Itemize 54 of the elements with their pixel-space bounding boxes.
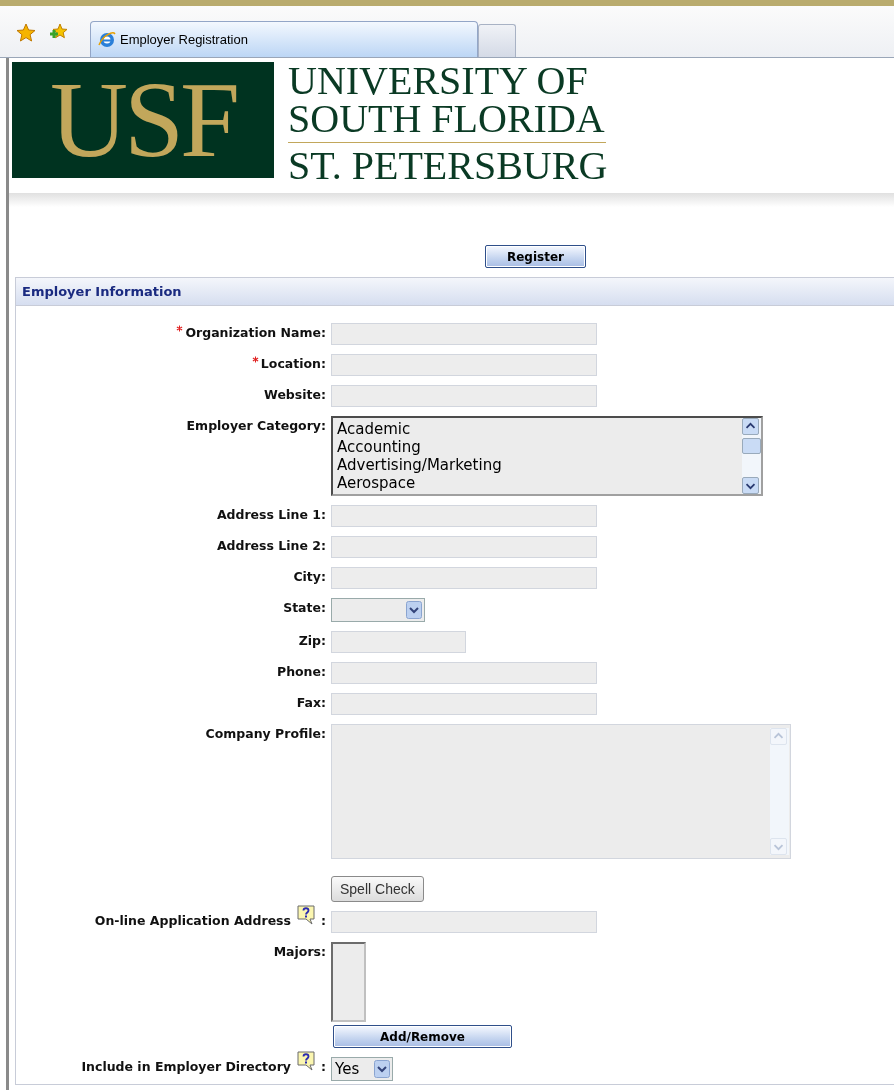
help-icon[interactable]	[297, 905, 315, 925]
text-field[interactable]	[331, 536, 597, 558]
field-label: Organization Name:	[185, 324, 326, 340]
text-field[interactable]	[331, 323, 597, 345]
field-label: Fax:	[296, 694, 326, 710]
text-field[interactable]	[331, 911, 597, 933]
field-label: Majors:	[273, 943, 326, 959]
field-label: Location:	[260, 355, 326, 371]
dropdown[interactable]: Yes	[331, 1057, 393, 1081]
label-colon: :	[321, 912, 326, 928]
text-field[interactable]	[331, 385, 597, 407]
field-label: On-line Application Address	[94, 912, 291, 928]
text-field[interactable]	[331, 631, 466, 653]
list-option[interactable]: Aerospace	[337, 474, 738, 492]
logo-text: ST. PETERSBURG	[288, 142, 606, 185]
text-field[interactable]	[331, 662, 597, 684]
browser-logo-icon	[97, 29, 117, 50]
dropdown[interactable]	[331, 598, 425, 622]
logo-mark: USF	[12, 62, 274, 178]
logo-text: SOUTH FLORIDA	[288, 100, 606, 138]
field-label: Include in Employer Directory	[81, 1058, 291, 1074]
text-field[interactable]	[331, 693, 597, 715]
favorites-star-icon[interactable]	[16, 23, 36, 43]
help-icon[interactable]	[297, 1051, 315, 1071]
list-box[interactable]	[331, 942, 366, 1022]
field-label: Address Line 2:	[216, 537, 326, 553]
text-area[interactable]	[331, 724, 791, 859]
register-button[interactable]: Register	[485, 245, 586, 268]
field-label: Employer Category:	[186, 417, 326, 433]
field-label: Company Profile:	[205, 725, 326, 741]
add-remove-button[interactable]: Add/Remove	[333, 1025, 512, 1048]
label-colon: :	[321, 1058, 326, 1074]
list-option[interactable]: Accounting	[337, 438, 738, 456]
text-field[interactable]	[331, 354, 597, 376]
scroll-up-icon[interactable]	[742, 418, 759, 435]
list-option[interactable]: Academic	[337, 420, 738, 438]
field-label: Website:	[264, 386, 326, 402]
field-label: Address Line 1:	[216, 506, 326, 522]
logo-text: UNIVERSITY OF	[288, 62, 589, 100]
browser-tab[interactable]: Employer Registration	[90, 21, 478, 57]
field-label: State:	[283, 599, 326, 615]
spell-check-button[interactable]: Spell Check	[331, 876, 424, 902]
list-option[interactable]: Advertising/Marketing	[337, 456, 738, 474]
text-field[interactable]	[331, 505, 597, 527]
section-header: Employer Information	[16, 278, 894, 306]
field-label: City:	[293, 568, 326, 584]
field-label: Zip:	[298, 632, 326, 648]
scrollbar[interactable]	[742, 418, 761, 494]
new-tab-button[interactable]	[478, 24, 516, 57]
text-field[interactable]	[331, 567, 597, 589]
scroll-down-icon[interactable]	[742, 477, 759, 494]
field-label: Phone:	[276, 663, 326, 679]
scroll-thumb[interactable]	[742, 438, 761, 454]
list-box[interactable]: Academic Accounting Advertising/Marketing Aerospace	[331, 416, 763, 496]
